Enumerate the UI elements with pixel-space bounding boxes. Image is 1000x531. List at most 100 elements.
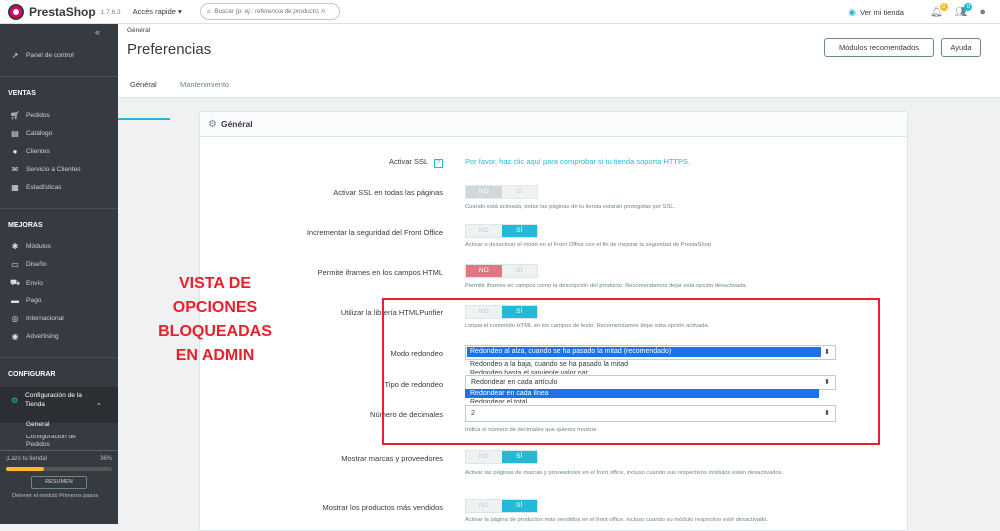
chart-icon: ▦ (11, 183, 19, 192)
help-button[interactable]: Ayuda (941, 38, 981, 57)
cart-icon: 🛒︎ (10, 111, 21, 120)
prestashop-logo-icon (8, 3, 24, 20)
view-shop-label: Ver mi tienda (860, 7, 904, 17)
sidebar-item-label: Clientes (26, 148, 50, 155)
sidebar-item-label: Panel de control (26, 52, 74, 59)
sidebar-item-label: Módulos (26, 243, 51, 250)
help-icon[interactable]: ? (434, 159, 443, 168)
sidebar-item-shop-settings[interactable]: ⚙ Configuración de la Tienda (0, 391, 96, 409)
sidebar-item-modules[interactable]: ✱ Módulos (0, 242, 118, 251)
logo[interactable]: PrestaShop 1.7.6.3 (8, 3, 121, 20)
truck-icon: ⛟ (10, 278, 21, 287)
front-security-help: Activar o desactivar el modo en el Front… (465, 242, 712, 248)
page-header: Général Preferencias Módulos recomendado… (118, 24, 1000, 120)
front-security-label: Incrementar la seguridad del Front Offic… (306, 228, 443, 237)
section-title-mejoras: MEJORAS (8, 222, 43, 229)
annotation-text: VISTA DE OPCIONES BLOQUEADAS EN ADMIN (158, 275, 272, 364)
customers-icon[interactable]: 👥︎ 0 (955, 2, 973, 18)
ssl-check-link[interactable]: Por favor, haz clic aquí para comprobar … (465, 157, 690, 166)
best-sellers-help: Activar la página de productos más vendi… (465, 517, 769, 523)
sidebar-item-label: Advertising (26, 333, 59, 340)
account-icon[interactable]: ● (979, 6, 986, 18)
tab-maintenance[interactable]: Mantenimiento (180, 80, 229, 89)
sidebar-item-label: Servicio a Clientes (26, 166, 81, 173)
ssl-all-pages-switch[interactable]: NO SÍ (465, 185, 538, 199)
best-sellers-switch[interactable]: NO SÍ (465, 499, 538, 513)
top-bar: PrestaShop 1.7.6.3 Accès rapide ▾ ⌕ ◉ Ve… (0, 0, 1000, 24)
onboarding-label: ¡Lazo tu tienda! (6, 456, 48, 462)
sidebar-item-orders[interactable]: 🛒︎ Pedidos (0, 111, 118, 120)
sidebar-item-design[interactable]: ▭ Diseño (0, 260, 118, 269)
card-header: ⚙ Général (200, 112, 907, 137)
page-title: Preferencias (127, 41, 212, 58)
sidebar-item-catalog[interactable]: ▤ Catálogo (0, 129, 118, 138)
iframes-help: Permitir iframes en campos como la descr… (465, 283, 748, 289)
collapse-sidebar-icon[interactable]: « (95, 27, 100, 37)
chat-icon: ✉︎ (11, 165, 19, 174)
trend-icon: ↗ (11, 51, 19, 60)
view-shop-link[interactable]: ◉ Ver mi tienda (848, 7, 904, 18)
chevron-up-icon: ⌃ (96, 403, 102, 410)
sidebar-item-label: Pago (26, 297, 42, 304)
sidebar-item-stats[interactable]: ▦ Estadísticas (0, 183, 118, 192)
stop-onboarding-link[interactable]: Detener el módulo Primeros pasos (12, 493, 98, 499)
divider (0, 450, 118, 451)
gear-icon: ⚙ (10, 395, 19, 405)
monitor-icon: ▭ (11, 260, 19, 269)
tab-general[interactable]: Général (130, 80, 157, 89)
sidebar-item-label: Estadísticas (26, 184, 62, 191)
sidebar-item-label: Internacional (26, 315, 64, 322)
brands-label: Mostrar marcas y proveedores (341, 454, 443, 463)
sidebar-item-customer-service[interactable]: ✉︎ Servicio a Clientes (0, 165, 118, 174)
user-icon: ● (12, 147, 18, 156)
sidebar-item-label: Catálogo (26, 130, 53, 137)
section-title-configurar: CONFIGURAR (8, 371, 56, 378)
search-icon[interactable]: ⌕ (207, 7, 211, 17)
sidebar-item-advertising[interactable]: ◉ Advertising (0, 332, 118, 341)
orders-badge: 0 (939, 2, 948, 11)
divider (0, 357, 118, 358)
card-icon: ▬ (11, 296, 19, 305)
card-title: Général (220, 119, 253, 129)
sidebar-item-dashboard[interactable]: ↗ Panel de control (0, 51, 118, 60)
sidebar-item-label: Configuración de la Tienda (25, 392, 82, 408)
target-icon: ◉ (11, 332, 19, 341)
sidebar: « ↗ Panel de control VENTAS 🛒︎ Pedidos ▤ Ca… (0, 24, 118, 524)
sidebar-subitem-general[interactable]: General (0, 421, 118, 428)
resume-button[interactable]: RESUMEN (31, 476, 87, 489)
ssl-all-pages-help: Cuando está activada, todas las páginas … (465, 204, 676, 210)
logo-text: PrestaShop (29, 4, 96, 19)
gear-icon: ⚙ (208, 118, 217, 130)
quick-access-menu[interactable]: Accès rapide ▾ (133, 7, 182, 16)
orders-bell-icon[interactable]: 🔔︎ 0 (930, 2, 948, 18)
active-tab-indicator (118, 96, 170, 120)
sidebar-item-customers[interactable]: ● Clientes (0, 147, 118, 156)
brands-switch[interactable]: NO SÍ (465, 450, 538, 464)
ssl-all-pages-label: Activar SSL en todas las páginas (333, 188, 443, 197)
sidebar-item-payment[interactable]: ▬ Pago (0, 296, 118, 305)
divider (0, 76, 118, 77)
sidebar-subitem-order-settings[interactable]: Configuración de Pedidos (0, 435, 96, 447)
store-icon: ▤ (11, 129, 19, 138)
section-title-ventas: VENTAS (8, 90, 36, 97)
sidebar-item-label: Pedidos (26, 112, 50, 119)
recommended-modules-button[interactable]: Módulos recomendados (824, 38, 934, 57)
breadcrumb[interactable]: Général (127, 27, 150, 34)
sidebar-item-label: Diseño (26, 261, 47, 268)
brands-help: Activar las páginas de marcas y proveedo… (465, 470, 784, 476)
search-input[interactable] (214, 8, 335, 15)
front-security-switch[interactable]: NO SÍ (465, 224, 538, 238)
divider (0, 208, 118, 209)
sidebar-item-shipping[interactable]: ⛟ Envío (0, 278, 118, 288)
onboarding-percent: 36% (99, 456, 112, 462)
annotation-box (382, 298, 880, 445)
sidebar-item-international[interactable]: ◎ Internacional (0, 314, 118, 323)
puzzle-icon: ✱ (11, 242, 19, 251)
iframes-switch[interactable]: NO SÍ (465, 264, 538, 278)
globe-icon: ◎ (11, 314, 19, 323)
search-box[interactable]: ⌕ (199, 3, 340, 20)
eye-icon: ◉ (848, 6, 857, 17)
ssl-label: Activar SSL ? (199, 157, 443, 168)
sidebar-item-label: Envío (26, 279, 43, 287)
customers-badge: 0 (964, 2, 973, 11)
